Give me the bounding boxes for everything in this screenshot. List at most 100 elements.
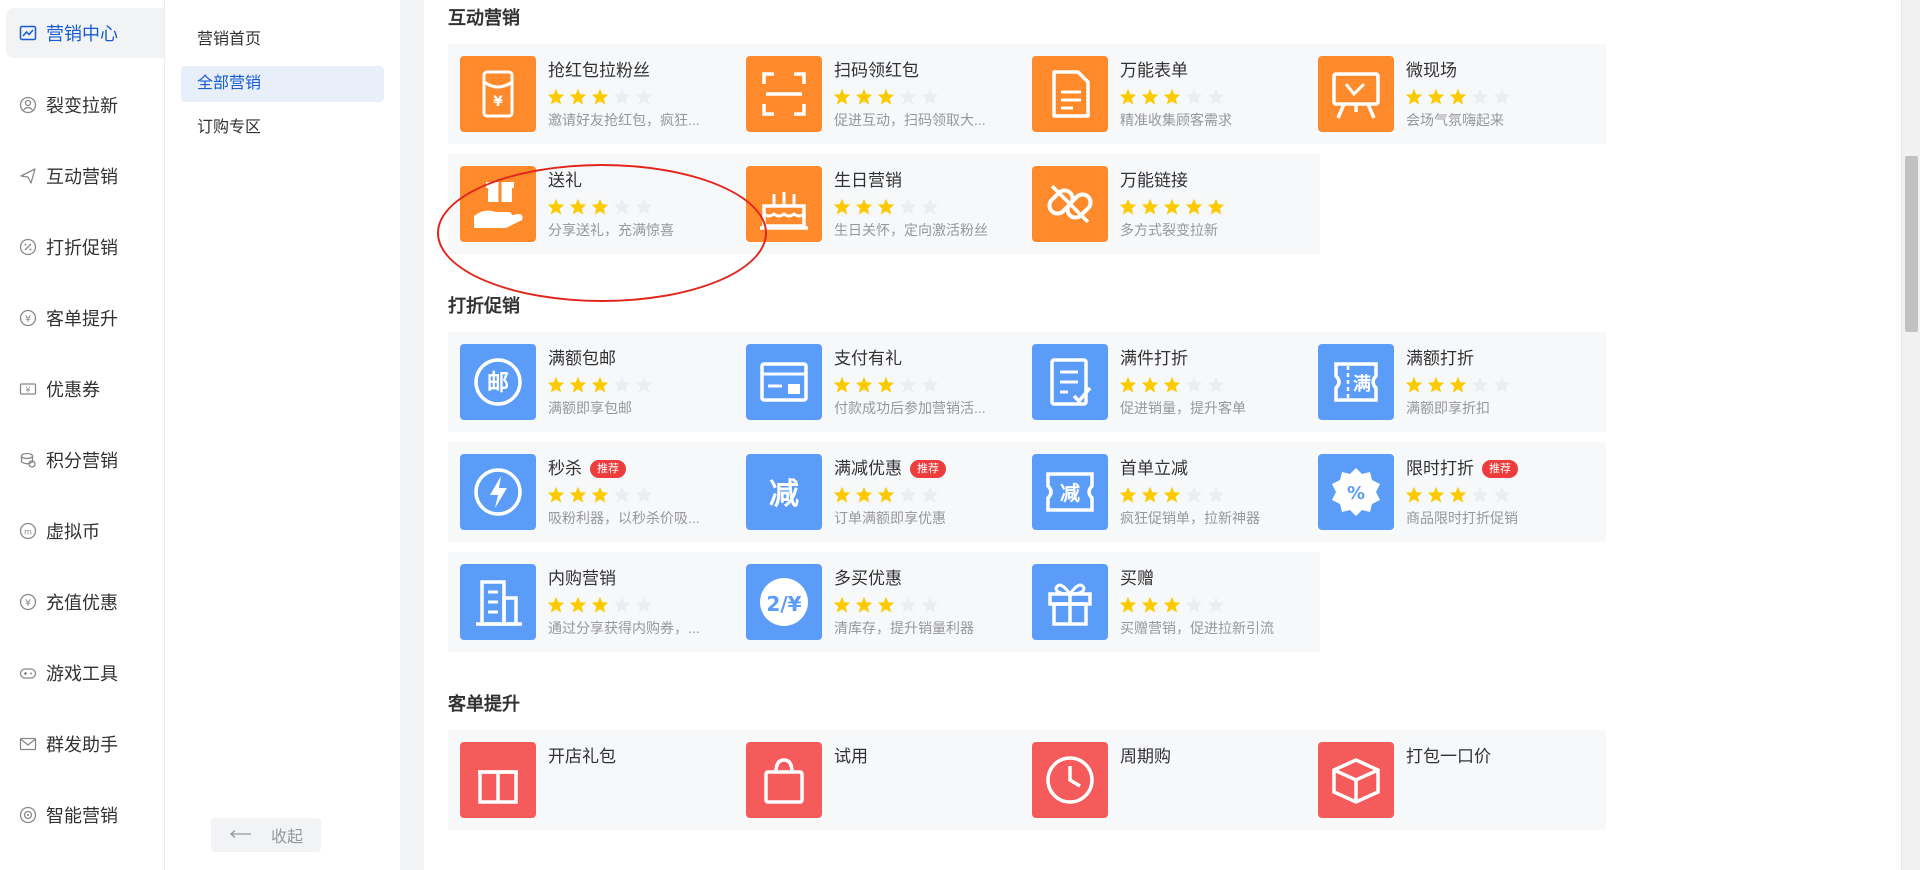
subnav-item-all-marketing[interactable]: 全部营销 <box>181 66 384 102</box>
star-icon <box>1207 88 1225 105</box>
gift-hand-icon <box>460 166 536 242</box>
svg-text:减: 减 <box>1060 481 1080 505</box>
percent-badge-icon: % <box>1318 454 1394 530</box>
sidebar-item-virtual-coin[interactable]: m 虚拟币 <box>0 505 164 557</box>
marketing-tool-card[interactable]: 微现场 会场气氛嗨起来 <box>1306 44 1606 144</box>
marketing-tool-card[interactable]: 内购营销 通过分享获得内购券，... <box>448 552 748 652</box>
marketing-tool-card[interactable]: 试用 <box>734 730 1034 830</box>
star-icon <box>569 198 587 215</box>
star-icon <box>1119 198 1137 215</box>
star-icon <box>591 486 609 503</box>
star-icon <box>921 88 939 105</box>
star-icon <box>613 88 631 105</box>
recommend-badge: 推荐 <box>1482 460 1518 478</box>
marketing-tool-card[interactable]: 开店礼包 <box>448 730 748 830</box>
star-icon <box>1141 376 1159 393</box>
sidebar-item-discount[interactable]: 打折促销 <box>0 221 164 273</box>
star-icon <box>635 376 653 393</box>
card-name: 抢红包拉粉丝 <box>548 61 650 80</box>
card-description: 促进互动，扫码领取大... <box>834 112 986 128</box>
sidebar-item-mass-message[interactable]: 群发助手 <box>0 718 164 770</box>
marketing-tool-card[interactable]: 扫码领红包促进互动，扫码领取大... <box>734 44 1034 144</box>
star-icon <box>855 88 873 105</box>
recommend-badge: 推荐 <box>910 460 946 478</box>
sidebar-item-marketing-center[interactable]: 营销中心 <box>6 8 164 58</box>
star-icon <box>613 376 631 393</box>
star-icon <box>591 376 609 393</box>
collapse-button[interactable]: 收起 <box>211 818 321 852</box>
star-icon <box>1207 596 1225 613</box>
marketing-tool-card[interactable]: 生日营销 生日关怀，定向激活粉丝 <box>734 154 1034 254</box>
sidebar-item-order-boost[interactable]: ¥ 客单提升 <box>0 292 164 344</box>
star-icon <box>591 596 609 613</box>
virtual-coin-icon: m <box>18 521 38 541</box>
rating-stars <box>1405 88 1511 105</box>
card-name: 满额包邮 <box>548 349 616 368</box>
mail-icon <box>18 734 38 754</box>
sidebar-item-points[interactable]: 积分营销 <box>0 434 164 486</box>
marketing-tool-card[interactable]: 秒杀 推荐 吸粉利器，以秒杀价吸... <box>448 442 748 542</box>
sidebar-item-game-tools[interactable]: 游戏工具 <box>0 647 164 699</box>
sidebar-item-smart-marketing[interactable]: 智能营销 <box>0 789 164 841</box>
marketing-tool-card[interactable]: 万能表单 精准收集顾客需求 <box>1020 44 1320 144</box>
marketing-tool-card[interactable]: 满 满额打折 满额即享折扣 <box>1306 332 1606 432</box>
star-icon <box>1119 486 1137 503</box>
star-icon <box>613 486 631 503</box>
sidebar-item-interactive[interactable]: 互动营销 <box>0 150 164 202</box>
marketing-tool-card[interactable]: 送礼 分享送礼，充满惊喜 <box>448 154 748 254</box>
star-icon <box>569 486 587 503</box>
marketing-tool-card[interactable]: 2/¥ 多买优惠 清库存，提升销量利器 <box>734 552 1034 652</box>
star-icon <box>1449 88 1467 105</box>
marketing-tool-card[interactable]: 周期购 <box>1020 730 1320 830</box>
star-icon <box>899 88 917 105</box>
star-icon <box>877 376 895 393</box>
rating-stars <box>833 198 939 215</box>
clock-icon <box>1032 742 1108 818</box>
card-title: 支付有礼 <box>834 344 902 369</box>
star-icon <box>1471 486 1489 503</box>
star-icon <box>877 596 895 613</box>
star-icon <box>855 596 873 613</box>
scan-code-icon <box>746 56 822 132</box>
sidebar-item-coupon[interactable]: ¥ 优惠券 <box>0 363 164 415</box>
subnav-item-order-zone[interactable]: 订购专区 <box>181 110 384 146</box>
star-icon <box>833 486 851 503</box>
subnav-item-marketing-home[interactable]: 营销首页 <box>181 22 384 58</box>
rating-stars <box>833 88 939 105</box>
marketing-tool-card[interactable]: 买赠 买赠营销，促进拉新引流 <box>1020 552 1320 652</box>
star-icon <box>1449 376 1467 393</box>
star-icon <box>1405 376 1423 393</box>
marketing-tool-card[interactable]: 减 满减优惠 推荐 订单满额即享优惠 <box>734 442 1034 542</box>
card-description: 生日关怀，定向激活粉丝 <box>834 222 988 238</box>
card-title: 万能链接 <box>1120 166 1188 191</box>
marketing-tool-card[interactable]: 万能链接 多方式裂变拉新 <box>1020 154 1320 254</box>
rating-stars <box>833 596 939 613</box>
sidebar-item-fission[interactable]: 裂变拉新 <box>0 79 164 131</box>
star-icon <box>1141 486 1159 503</box>
secondary-sidebar: 营销首页 全部营销 订购专区 收起 <box>165 0 400 870</box>
main-content: 互动营销 ¥ 抢红包拉粉丝 邀请好友抢红包，疯狂... 扫码领红包 促进互动，扫码领取大.… <box>424 0 1901 870</box>
marketing-tool-card[interactable]: 支付有礼 付款成功后参加营销活... <box>734 332 1034 432</box>
marketing-tool-card[interactable]: ¥ 抢红包拉粉丝 邀请好友抢红包，疯狂... <box>448 44 748 144</box>
building-icon <box>460 564 536 640</box>
card-title: 满额打折 <box>1406 344 1474 369</box>
marketing-tool-card[interactable]: 减 首单立减 疯狂促销单，拉新神器 <box>1020 442 1320 542</box>
scrollbar[interactable] <box>1901 0 1920 870</box>
marketing-tool-card[interactable]: 满件打折 促进销量，提升客单 <box>1020 332 1320 432</box>
marketing-tool-card[interactable]: % 限时打折 推荐 商品限时打折促销 <box>1306 442 1606 542</box>
card-name: 扫码领红包 <box>834 61 919 80</box>
card-name: 限时打折 <box>1406 459 1474 478</box>
coins-icon <box>18 450 38 470</box>
star-icon <box>921 376 939 393</box>
marketing-tool-card[interactable]: 邮 满额包邮 满额即享包邮 <box>448 332 748 432</box>
star-icon <box>1119 376 1137 393</box>
sidebar-item-recharge[interactable]: ¥ 充值优惠 <box>0 576 164 628</box>
sidebar-item-label: 打折促销 <box>46 238 118 258</box>
scrollbar-thumb[interactable] <box>1905 156 1918 332</box>
star-icon <box>635 88 653 105</box>
svg-text:满: 满 <box>1353 373 1371 395</box>
marketing-tool-card[interactable]: 打包一口价 <box>1306 730 1606 830</box>
card-title: 打包一口价 <box>1406 742 1491 767</box>
star-icon <box>1427 486 1445 503</box>
star-icon <box>1141 88 1159 105</box>
